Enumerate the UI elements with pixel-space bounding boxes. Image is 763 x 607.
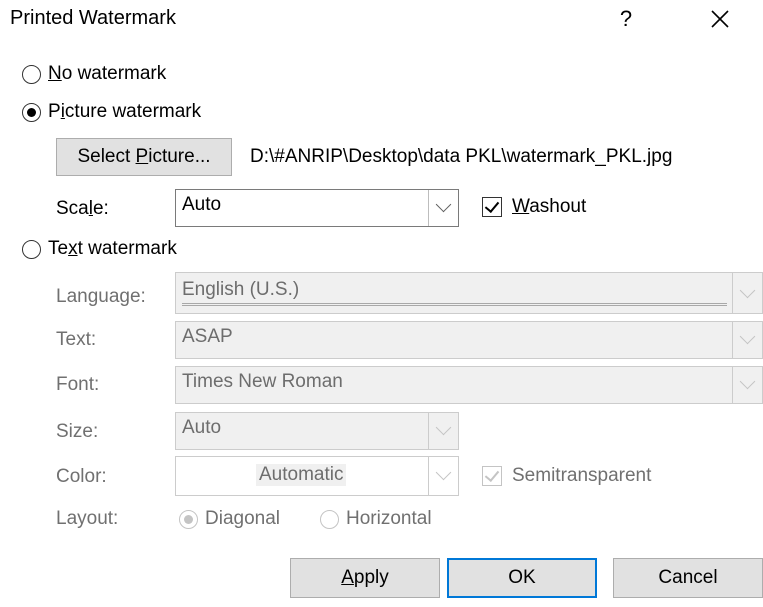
no-watermark-label[interactable]: No watermark bbox=[48, 63, 166, 85]
text-watermark-label-rest: t watermark bbox=[77, 238, 177, 259]
select-picture-label-rest: icture... bbox=[148, 146, 211, 167]
scale-label-rest: e: bbox=[92, 198, 109, 219]
color-combo[interactable]: Automatic bbox=[175, 456, 459, 496]
apply-button[interactable]: Apply bbox=[290, 558, 440, 598]
washout-accesskey: W bbox=[512, 196, 530, 217]
text-dropdown-button[interactable] bbox=[732, 322, 762, 358]
chevron-down-icon bbox=[739, 373, 756, 390]
chevron-down-icon bbox=[739, 328, 756, 345]
text-watermark-label[interactable]: Text watermark bbox=[48, 238, 177, 260]
chevron-down-icon bbox=[435, 419, 452, 436]
select-picture-label-prefix: Select bbox=[77, 146, 136, 167]
washout-label-rest: ashout bbox=[529, 196, 587, 217]
layout-diagonal-radio[interactable] bbox=[179, 510, 198, 529]
scale-label-prefix: Sca bbox=[56, 198, 89, 219]
color-label: Color: bbox=[56, 466, 107, 487]
text-value: ASAP bbox=[182, 326, 233, 347]
text-watermark-label-prefix: Te bbox=[48, 238, 69, 259]
help-button[interactable]: ? bbox=[614, 3, 638, 35]
layout-diagonal-label[interactable]: Diagonal bbox=[205, 508, 280, 530]
chevron-down-icon bbox=[435, 196, 452, 213]
picture-watermark-label[interactable]: Picture watermark bbox=[48, 101, 201, 123]
size-value: Auto bbox=[182, 417, 222, 438]
picture-watermark-label-prefix: P bbox=[48, 101, 61, 122]
scale-combo[interactable]: Auto bbox=[175, 189, 459, 227]
text-watermark-radio[interactable] bbox=[22, 240, 41, 259]
scale-value: Auto bbox=[182, 194, 222, 215]
color-dropdown-button[interactable] bbox=[428, 457, 458, 495]
font-dropdown-button[interactable] bbox=[732, 367, 762, 403]
apply-label-rest: pply bbox=[353, 567, 389, 588]
size-dropdown-button[interactable] bbox=[428, 413, 458, 449]
close-button[interactable] bbox=[703, 3, 737, 35]
scale-dropdown-button[interactable] bbox=[428, 190, 458, 226]
layout-label: Layout: bbox=[56, 508, 119, 529]
cancel-button[interactable]: Cancel bbox=[613, 558, 763, 598]
checkmark-icon bbox=[484, 197, 500, 214]
language-combo[interactable]: English (U.S.) bbox=[175, 272, 763, 314]
chevron-down-icon bbox=[739, 282, 756, 299]
checkmark-icon bbox=[484, 466, 500, 483]
size-label: Size: bbox=[56, 421, 99, 442]
scale-label: Scale: bbox=[56, 198, 109, 220]
picture-watermark-label-rest: cture watermark bbox=[64, 101, 202, 122]
text-combo[interactable]: ASAP bbox=[175, 321, 763, 359]
title-bar: Printed Watermark ? bbox=[0, 0, 763, 42]
semitransparent-checkbox[interactable] bbox=[482, 466, 502, 486]
font-label: Font: bbox=[56, 374, 100, 395]
picture-watermark-radio[interactable] bbox=[22, 103, 41, 122]
picture-path: D:\#ANRIP\Desktop\data PKL\watermark_PKL… bbox=[250, 146, 673, 167]
close-icon bbox=[711, 10, 729, 28]
language-dropdown-button[interactable] bbox=[732, 273, 762, 313]
language-label: Language: bbox=[56, 286, 146, 307]
font-combo[interactable]: Times New Roman bbox=[175, 366, 763, 404]
washout-label[interactable]: Washout bbox=[512, 196, 586, 218]
font-value: Times New Roman bbox=[182, 371, 343, 392]
semitransparent-label[interactable]: Semitransparent bbox=[512, 465, 651, 487]
select-picture-accesskey: P bbox=[135, 146, 149, 167]
washout-checkbox[interactable] bbox=[482, 197, 502, 217]
no-watermark-radio[interactable] bbox=[22, 65, 41, 84]
select-picture-button[interactable]: Select Picture... bbox=[56, 138, 232, 176]
ok-button[interactable]: OK bbox=[447, 558, 597, 598]
printed-watermark-dialog: Printed Watermark ? No watermark Picture… bbox=[0, 0, 763, 607]
chevron-down-icon bbox=[435, 464, 452, 481]
layout-horizontal-radio[interactable] bbox=[320, 510, 339, 529]
apply-accesskey: A bbox=[341, 567, 354, 588]
no-watermark-label-rest: o watermark bbox=[61, 63, 167, 84]
dialog-title: Printed Watermark bbox=[10, 7, 176, 29]
size-combo[interactable]: Auto bbox=[175, 412, 459, 450]
text-label: Text: bbox=[56, 329, 97, 350]
language-value: English (U.S.) bbox=[182, 279, 727, 306]
layout-horizontal-label[interactable]: Horizontal bbox=[346, 508, 432, 530]
no-watermark-accesskey: N bbox=[48, 63, 62, 84]
text-watermark-accesskey: x bbox=[68, 238, 78, 259]
color-value: Automatic bbox=[256, 464, 347, 486]
